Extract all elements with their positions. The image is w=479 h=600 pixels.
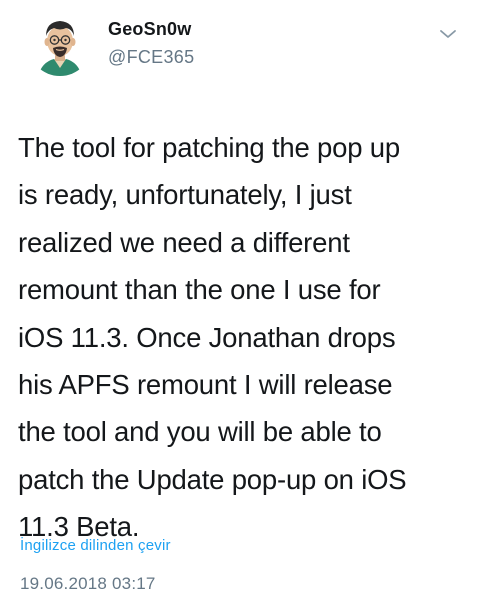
tweet-text-line: The tool for patching the pop up xyxy=(18,132,400,163)
tweet-text: The tool for patching the pop up is read… xyxy=(18,124,468,551)
chevron-down-icon[interactable] xyxy=(436,24,460,44)
tweet-timestamp[interactable]: 19.06.2018 03:17 xyxy=(20,574,156,594)
tweet-text-line: is ready, unfortunately, I just xyxy=(18,179,352,211)
tweet-text-line: remount than the one I use for xyxy=(18,274,381,306)
tweet-text-line: realized we need a different xyxy=(18,226,350,258)
tweet-text-line: the tool and you will be able to xyxy=(18,416,382,448)
tweet-text-line: iOS 11.3. Once Jonathan drops xyxy=(18,321,396,353)
author-handle[interactable]: @FCE365 xyxy=(108,47,194,68)
tweet-card: GeoSn0w @FCE365 The tool for patching th… xyxy=(0,0,479,600)
avatar-illustration xyxy=(28,12,92,76)
translate-tweet-link[interactable]: İngilizce dilinden çevir xyxy=(20,537,171,554)
author-display-name[interactable]: GeoSn0w xyxy=(108,19,191,40)
tweet-text-line: patch the Update pop-up on iOS xyxy=(18,463,407,495)
avatar[interactable] xyxy=(28,12,92,76)
tweet-text-line: his APFS remount I will release xyxy=(18,369,393,401)
